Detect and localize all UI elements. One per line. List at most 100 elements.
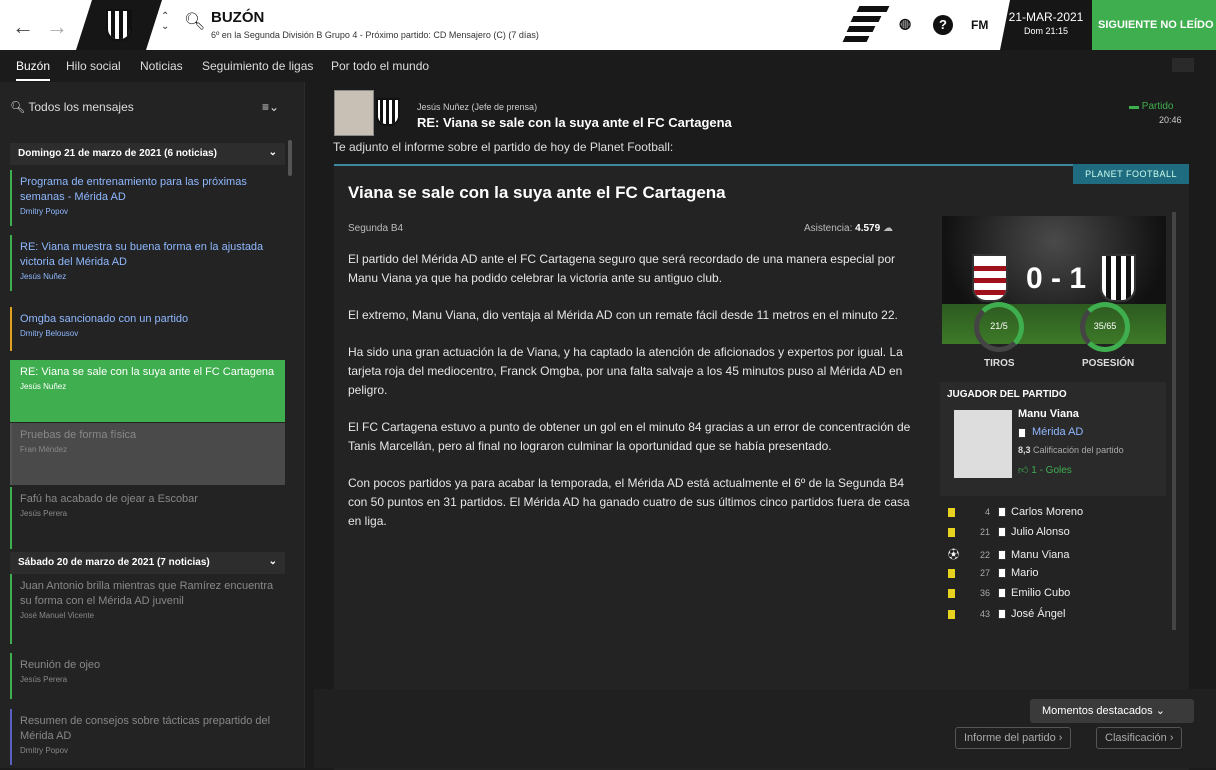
tab-bar: Buzón Hilo social Noticias Seguimiento d…	[0, 50, 1216, 82]
event-row[interactable]: 43 José Ángel	[948, 608, 1065, 620]
source-badge: PLANET FOOTBALL	[1073, 164, 1189, 184]
match-report-button[interactable]: Informe del partido ›	[955, 727, 1072, 749]
message-author: Jesús Perera	[20, 675, 68, 684]
message-author: Jesús Nuñez	[20, 272, 67, 281]
tab-social[interactable]: Hilo social	[66, 59, 121, 73]
event-player: Manu Viana	[1011, 549, 1070, 561]
message-view: Jesús Nuñez (Jefe de prensa) RE: Viana s…	[314, 82, 1216, 770]
attendance: Asistencia: 4.579 ☁	[804, 223, 893, 234]
chevron-down-icon: ⌄	[1155, 705, 1165, 717]
message-item[interactable]: Resumen de consejos sobre tácticas prepa…	[10, 709, 285, 765]
back-arrow-icon[interactable]: ←	[12, 14, 34, 40]
date-label: 21-MAR-2021	[1008, 10, 1084, 24]
article-paragraph: Con pocos partidos ya para acabar la tem…	[348, 476, 910, 528]
stripes-logo-icon	[842, 0, 892, 50]
message-item[interactable]: Pruebas de forma física Fran Méndez	[10, 423, 285, 485]
message-item[interactable]: RE: Viana muestra su buena forma en la a…	[10, 235, 285, 291]
club-switch-icon[interactable]: ⌃ ⌄	[161, 12, 169, 32]
page-subtitle: 6º en la Segunda División B Grupo 4 - Pr…	[211, 30, 539, 40]
chevron-down-icon: ⌄	[268, 556, 277, 567]
event-row[interactable]: ⚽︎ 22 Manu Viana	[948, 546, 1070, 562]
shots-label: TIROS	[984, 358, 1015, 369]
message-title: Reunión de ojeo	[20, 659, 101, 671]
message-item[interactable]: Reunión de ojeo Jesús Perera	[10, 653, 285, 699]
player-rating: 8,3 Calificación del partido	[1018, 445, 1124, 455]
event-player: Mario	[1011, 567, 1039, 579]
yellow-card-icon	[948, 609, 955, 619]
weather-icon: ☁	[882, 223, 893, 234]
page-title: BUZÓN	[211, 9, 265, 26]
date-display[interactable]: 21-MAR-2021 Dom 21:15	[1000, 0, 1092, 50]
player-name[interactable]: Manu Viana	[1018, 408, 1079, 420]
sidebar-scrollbar[interactable]	[288, 140, 292, 176]
message-item[interactable]: Juan Antonio brilla mientras que Ramírez…	[10, 574, 285, 644]
rating-value: 8,3	[1018, 445, 1031, 455]
event-minute: 27	[979, 568, 990, 578]
event-player: José Ángel	[1011, 608, 1066, 620]
goals-label: 1 - Goles	[1031, 465, 1072, 476]
window-icon[interactable]	[1172, 58, 1194, 72]
top-bar: ← → ⌃ ⌄ 🔍︎ BUZÓN 6º en la Segunda Divisió…	[0, 0, 1216, 82]
message-sidebar: 🔍︎ Todos los mensajes ≡⌄ Domingo 21 de m…	[0, 82, 305, 768]
article-title: Viana se sale con la suya ante el FC Car…	[348, 183, 726, 202]
article-paragraph: El partido del Mérida AD ante el FC Cart…	[348, 252, 895, 285]
message-sender[interactable]: Jesús Nuñez (Jefe de prensa)	[417, 102, 537, 112]
highlights-dropdown[interactable]: Momentos destacados ⌄	[1030, 699, 1194, 723]
message-title: Programa de entrenamiento para las próxi…	[20, 176, 247, 203]
possession-label: POSESIÓN	[1082, 358, 1135, 369]
message-title: Omgba sancionado con un partido	[20, 313, 189, 325]
possession-gauge: 35/65	[1080, 302, 1130, 352]
event-player: Carlos Moreno	[1011, 506, 1084, 518]
next-unread-label: SIGUIENTE NO LEÍDO	[1098, 19, 1214, 31]
message-author: Dmitry Popov	[20, 207, 69, 216]
search-icon[interactable]: 🔍︎	[184, 12, 206, 32]
message-item[interactable]: Programa de entrenamiento para las próxi…	[10, 170, 285, 226]
fm-menu-button[interactable]: FM	[971, 18, 988, 32]
message-filter[interactable]: 🔍︎ Todos los mensajes	[10, 100, 134, 114]
event-player: Julio Alonso	[1011, 526, 1070, 538]
date-group-header[interactable]: Sábado 20 de marzo de 2021 (7 noticias) ⌄	[10, 552, 285, 574]
event-row[interactable]: 4 Carlos Moreno	[948, 506, 1083, 518]
forward-arrow-icon[interactable]: →	[46, 14, 68, 40]
message-author: José Manuel Vicente	[20, 611, 95, 620]
sender-avatar[interactable]	[334, 90, 374, 136]
chevron-down-icon: ⌄	[268, 147, 277, 158]
message-intro: Te adjunto el informe sobre el partido d…	[333, 140, 674, 154]
article-paragraph: El extremo, Manu Viana, dio ventaja al M…	[348, 308, 898, 322]
search-icon: 🔍︎	[10, 100, 29, 114]
event-row[interactable]: 27 Mario	[948, 567, 1039, 579]
standings-button[interactable]: Clasificación ›	[1096, 727, 1183, 749]
yellow-card-icon	[948, 588, 955, 598]
player-club[interactable]: Mérida AD	[1018, 426, 1083, 438]
player-of-match-card[interactable]: JUGADOR DEL PARTIDO Manu Viana Mérida AD…	[940, 382, 1166, 496]
message-item[interactable]: Omgba sancionado con un partido Dmitry Be…	[10, 307, 285, 351]
tab-league-tracking[interactable]: Seguimiento de ligas	[202, 59, 313, 73]
event-row[interactable]: 36 Emilio Cubo	[948, 587, 1070, 599]
club-crest-icon	[998, 588, 1006, 599]
shots-gauge: 21/5	[974, 302, 1024, 352]
message-title: Pruebas de forma física	[20, 429, 137, 441]
article-scrollbar[interactable]	[1172, 212, 1176, 630]
article-paragraph: Ha sido una gran actuación la de Viana, …	[348, 345, 903, 397]
standings-label: Clasificación	[1105, 732, 1167, 744]
message-title: Resumen de consejos sobre tácticas prepa…	[20, 715, 271, 742]
message-time: 20:46	[1159, 115, 1182, 125]
list-options-icon[interactable]: ≡⌄	[262, 100, 279, 114]
article-paragraph: El FC Cartagena estuvo a punto de obtene…	[348, 420, 911, 453]
next-unread-button[interactable]: SIGUIENTE NO LEÍDO›	[1092, 0, 1216, 82]
event-player: Emilio Cubo	[1011, 587, 1071, 599]
date-group-header[interactable]: Domingo 21 de marzo de 2021 (6 noticias)…	[10, 143, 285, 165]
message-item-selected[interactable]: RE: Viana se sale con la suya ante el FC…	[10, 360, 285, 422]
tab-inbox[interactable]: Buzón	[16, 59, 51, 81]
competition-label[interactable]: Segunda B4	[348, 223, 403, 234]
help-icon[interactable]: ?	[933, 15, 953, 35]
tab-news[interactable]: Noticias	[140, 59, 183, 73]
yellow-card-icon	[948, 527, 955, 537]
chevron-right-icon: ›	[1169, 732, 1174, 744]
group-title: Sábado 20 de marzo de 2021 (7 noticias)	[18, 557, 210, 568]
event-row[interactable]: 21 Julio Alonso	[948, 526, 1070, 538]
tab-world[interactable]: Por todo el mundo	[331, 59, 429, 73]
world-icon[interactable]: ◍	[899, 15, 911, 32]
message-item[interactable]: Fafú ha acabado de ojear a Escobar Jesús …	[10, 487, 285, 549]
time-label: Dom 21:15	[1023, 26, 1069, 36]
